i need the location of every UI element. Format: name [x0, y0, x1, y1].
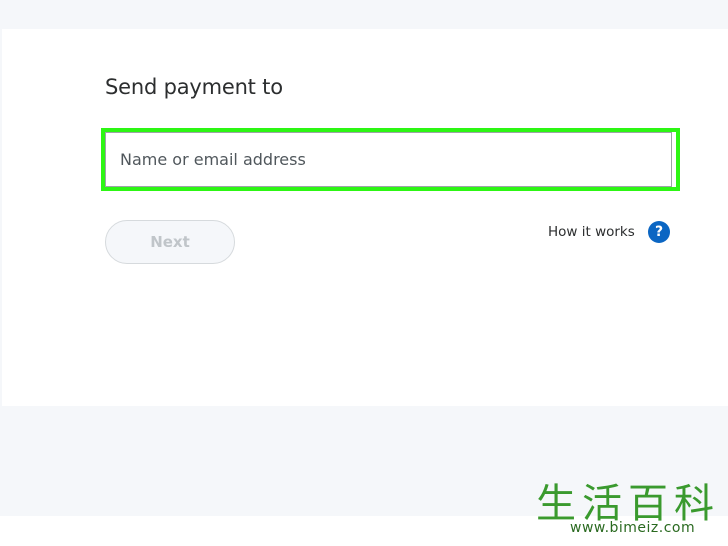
next-button[interactable]: Next [105, 220, 235, 264]
recipient-input[interactable] [105, 132, 672, 187]
help-icon[interactable]: ? [648, 221, 670, 243]
how-it-works-link[interactable]: How it works [548, 224, 635, 240]
page-title: Send payment to [105, 75, 283, 99]
watermark-url: www.bimeiz.com [570, 520, 696, 536]
